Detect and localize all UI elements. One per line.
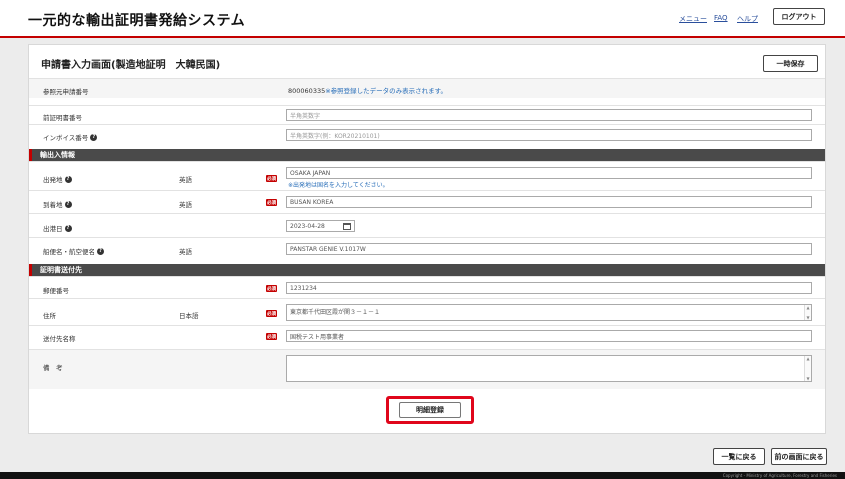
required-badge: 必須 — [266, 285, 277, 292]
menu-link[interactable]: メニュー — [679, 14, 707, 24]
temp-save-button[interactable]: 一時保存 — [763, 55, 818, 72]
origin-label: 出発地 — [43, 176, 63, 184]
destination-input[interactable]: BUSAN KOREA — [286, 196, 812, 208]
prev-cert-row: 前証明書番号 半角英数字 — [29, 105, 825, 124]
prev-cert-input[interactable]: 半角英数字 — [286, 109, 812, 121]
remarks-label: 備 考 — [43, 364, 63, 372]
copyright-text: Copyright - Ministry of Agriculture, For… — [722, 473, 837, 478]
required-badge: 必須 — [266, 175, 277, 182]
address-textarea[interactable]: 東京都千代田区霞が関３－１－１ ▲ ▼ — [286, 304, 812, 321]
destination-label-wrap: 到着地 ? — [43, 199, 72, 209]
ref-app-hint: ※参照登録したデータのみ表示されます。 — [325, 87, 448, 95]
origin-row: 出発地 ? 英語 必須 OSAKA JAPAN ※出発地は国名を入力してください… — [29, 161, 825, 190]
remarks-textarea[interactable]: ▲ ▼ — [286, 355, 812, 382]
logout-button[interactable]: ログアウト — [773, 8, 825, 25]
invoice-row: インボイス番号 ? 半角英数字(例：KOR20210101) — [29, 124, 825, 145]
vessel-row: 船便名・航空便名 ? 英語 PANSTAR GENIE V.1017W — [29, 237, 825, 260]
back-to-list-button[interactable]: 一覧に戻る — [713, 448, 765, 465]
invoice-label-wrap: インボイス番号 ? — [43, 132, 98, 142]
page-footer: Copyright - Ministry of Agriculture, For… — [0, 472, 845, 479]
vessel-lang: 英語 — [179, 248, 192, 256]
prev-cert-label: 前証明書番号 — [43, 114, 82, 122]
back-previous-button[interactable]: 前の画面に戻る — [771, 448, 827, 465]
address-lang: 日本語 — [179, 312, 199, 320]
required-badge: 必須 — [266, 333, 277, 340]
recipient-input[interactable]: 国税テスト用事業者 — [286, 330, 812, 342]
faq-link[interactable]: FAQ — [714, 14, 728, 22]
textarea-scrollbar[interactable]: ▲ ▼ — [804, 356, 811, 381]
remarks-row: 備 考 ▲ ▼ — [29, 349, 825, 389]
postal-label: 郵便番号 — [43, 287, 69, 295]
origin-label-wrap: 出発地 ? — [43, 174, 72, 184]
origin-lang: 英語 — [179, 176, 192, 184]
vessel-label: 船便名・航空便名 — [43, 248, 95, 256]
departure-date-input[interactable]: 2023-04-28 — [286, 220, 355, 232]
departure-row: 出港日 ? 2023-04-28 — [29, 213, 825, 237]
detail-register-button[interactable]: 明細登録 — [399, 402, 461, 418]
page-title: 申請書入力画面(製造地証明 大韓民国) — [41, 60, 221, 71]
recipient-row: 送付先名称 必須 国税テスト用事業者 — [29, 325, 825, 346]
departure-label-wrap: 出港日 ? — [43, 223, 72, 233]
help-icon[interactable]: ? — [90, 133, 98, 141]
help-icon[interactable]: ? — [97, 247, 104, 255]
help-link[interactable]: ヘルプ — [737, 14, 758, 24]
recipient-label: 送付先名称 — [43, 335, 76, 343]
invoice-input[interactable]: 半角英数字(例：KOR20210101) — [286, 129, 812, 141]
address-row: 住所 日本語 必須 東京都千代田区霞が関３－１－１ ▲ ▼ — [29, 298, 825, 325]
help-icon[interactable]: ? — [64, 175, 72, 183]
app-title: 一元的な輸出証明書発給システム — [28, 13, 246, 29]
help-icon[interactable]: ? — [64, 200, 72, 208]
required-badge: 必須 — [266, 199, 277, 206]
ref-app-number: 800060335 — [288, 87, 326, 95]
detail-register-highlight: 明細登録 — [386, 396, 474, 424]
vessel-label-wrap: 船便名・航空便名 ? — [43, 246, 104, 256]
ref-app-value: 800060335※参照登録したデータのみ表示されます。 — [288, 85, 447, 95]
destination-row: 到着地 ? 英語 必須 BUSAN KOREA — [29, 190, 825, 213]
section-export-title: 輸出入情報 — [40, 151, 75, 159]
required-badge: 必須 — [266, 310, 277, 317]
destination-lang: 英語 — [179, 201, 192, 209]
help-icon[interactable]: ? — [64, 224, 72, 232]
ref-app-label: 参照元申請番号 — [43, 88, 89, 96]
calendar-icon[interactable] — [343, 222, 351, 230]
top-header: 一元的な輸出証明書発給システム メニュー FAQ ヘルプ ログアウト — [0, 0, 845, 36]
section-accent — [29, 264, 32, 276]
origin-note: ※出発地は国名を入力してください。 — [288, 182, 389, 189]
header-divider — [0, 36, 845, 38]
section-delivery: 証明書送付先 — [29, 264, 825, 276]
vessel-input[interactable]: PANSTAR GENIE V.1017W — [286, 243, 812, 255]
destination-label: 到着地 — [43, 201, 63, 209]
application-form-panel: 申請書入力画面(製造地証明 大韓民国) 一時保存 参照元申請番号 8000603… — [28, 44, 826, 434]
section-accent — [29, 149, 32, 161]
section-export-import: 輸出入情報 — [29, 149, 825, 161]
section-delivery-title: 証明書送付先 — [40, 266, 82, 274]
departure-label: 出港日 — [43, 225, 63, 233]
postal-input[interactable]: 1231234 — [286, 282, 812, 294]
invoice-label: インボイス番号 — [43, 134, 89, 142]
departure-date-value: 2023-04-28 — [290, 222, 325, 230]
postal-row: 郵便番号 必須 1231234 — [29, 276, 825, 298]
origin-input[interactable]: OSAKA JAPAN — [286, 167, 812, 179]
textarea-scrollbar[interactable]: ▲ ▼ — [804, 305, 811, 320]
address-value: 東京都千代田区霞が関３－１－１ — [290, 309, 381, 316]
ref-app-row: 参照元申請番号 800060335※参照登録したデータのみ表示されます。 — [29, 78, 825, 98]
address-label: 住所 — [43, 312, 56, 320]
